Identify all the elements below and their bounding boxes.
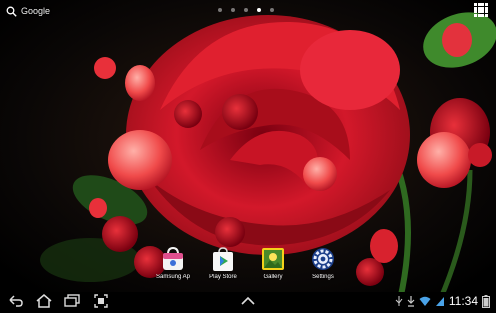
screenshot-icon[interactable] bbox=[94, 294, 108, 308]
search-icon bbox=[6, 6, 17, 17]
home-page-indicator bbox=[218, 8, 274, 12]
download-icon bbox=[407, 296, 415, 307]
app-label: Settings bbox=[312, 274, 334, 280]
settings-gear-icon bbox=[310, 246, 336, 272]
usb-icon bbox=[395, 296, 403, 306]
app-label: Play Store bbox=[209, 274, 237, 280]
apps-grid-icon[interactable] bbox=[474, 3, 488, 17]
samsung-apps-icon bbox=[160, 246, 186, 272]
system-navigation-bar: 11:34 bbox=[0, 292, 496, 310]
app-play-store[interactable]: Play Store bbox=[203, 246, 243, 280]
clock-time: 11:34 bbox=[448, 294, 478, 308]
search-label: Google bbox=[21, 6, 51, 16]
app-label: Samsung Ap bbox=[155, 274, 191, 280]
battery-icon bbox=[482, 294, 490, 308]
signal-icon bbox=[435, 297, 444, 306]
app-gallery[interactable]: Gallery bbox=[253, 246, 293, 280]
page-dot-active bbox=[257, 8, 261, 12]
page-dot bbox=[244, 8, 248, 12]
page-dot bbox=[270, 8, 274, 12]
page-dot bbox=[231, 8, 235, 12]
status-area[interactable]: 11:34 bbox=[395, 293, 490, 309]
page-dot bbox=[218, 8, 222, 12]
app-samsung-apps[interactable]: Samsung Ap bbox=[153, 246, 193, 280]
app-label: Gallery bbox=[263, 274, 283, 280]
gallery-icon bbox=[260, 246, 286, 272]
recent-apps-icon[interactable] bbox=[64, 294, 80, 308]
home-icon[interactable] bbox=[36, 294, 52, 308]
chevron-up-icon[interactable] bbox=[240, 294, 256, 308]
wifi-icon bbox=[419, 296, 431, 306]
app-settings[interactable]: Settings bbox=[303, 246, 343, 280]
google-search-bar[interactable]: Google bbox=[6, 3, 50, 19]
home-shortcuts: Samsung Ap Play Store Gallery Settings bbox=[153, 246, 343, 286]
back-icon[interactable] bbox=[8, 294, 24, 308]
play-store-icon bbox=[210, 246, 236, 272]
